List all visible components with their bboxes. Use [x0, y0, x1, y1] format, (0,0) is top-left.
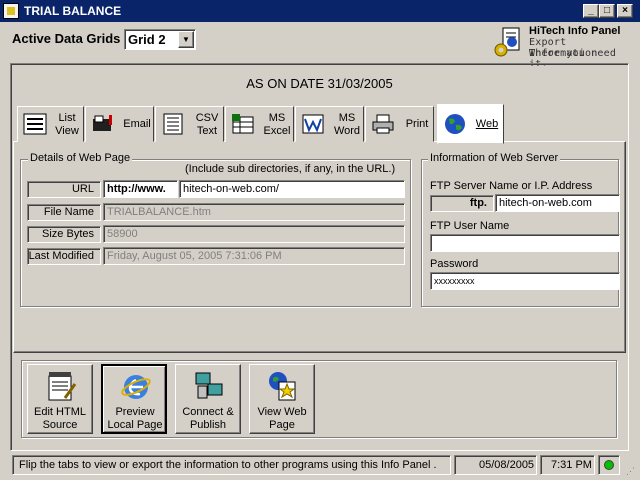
- list-view-icon: [23, 113, 47, 135]
- last-modified-label: Last Modified: [27, 248, 101, 265]
- preview-label2: Local Page: [107, 419, 163, 431]
- ie-globe-icon: [121, 375, 151, 399]
- tab-list-view-label2: View: [55, 125, 79, 137]
- edit-html-label2: Source: [42, 419, 78, 431]
- tab-email-label: Email: [123, 118, 151, 130]
- preview-label1: Preview: [115, 406, 155, 418]
- view-web-label2: Page: [269, 419, 295, 431]
- size-bytes-field: 58900: [103, 225, 405, 243]
- maximize-button[interactable]: □: [599, 4, 615, 18]
- date-banner: AS ON DATE 31/03/2005: [13, 66, 626, 101]
- last-modified-field: Friday, August 05, 2005 7:31:06 PM: [103, 247, 405, 265]
- tab-ms-word[interactable]: MS Word: [295, 106, 364, 142]
- url-hint: (Include sub directories, if any, in the…: [185, 163, 396, 175]
- title-bar[interactable]: TRIAL BALANCE _ □ ×: [0, 0, 640, 22]
- edit-html-source-button[interactable]: Edit HTML Source: [27, 364, 93, 434]
- tab-excel-label2: Excel: [263, 125, 291, 137]
- status-message: Flip the tabs to view or export the info…: [12, 455, 451, 475]
- ftp-server-input[interactable]: hitech-on-web.com: [495, 194, 620, 212]
- tab-web-label: Web: [475, 118, 499, 130]
- word-icon: [302, 114, 324, 134]
- password-input[interactable]: xxxxxxxxx: [430, 272, 620, 290]
- grid-select[interactable]: Grid 2 ▼: [124, 29, 196, 50]
- window-title: TRIAL BALANCE: [24, 4, 122, 18]
- connect-label2: Publish: [189, 419, 227, 431]
- grid-select-value: Grid 2: [128, 32, 166, 47]
- file-name-field: TRIALBALANCE.htm: [103, 203, 405, 221]
- tab-ms-excel[interactable]: MS Excel: [225, 106, 294, 142]
- url-label: URL: [27, 181, 101, 198]
- ftp-prefix: ftp.: [430, 195, 494, 212]
- status-date: 05/08/2005: [454, 455, 537, 475]
- tab-web[interactable]: Web: [437, 104, 504, 144]
- edit-html-icon: [48, 372, 77, 401]
- network-computers-icon: [195, 372, 223, 399]
- tab-csv-label2: Text: [196, 125, 218, 137]
- ftp-user-label: FTP User Name: [430, 220, 510, 232]
- tab-csv-text[interactable]: CSV Text: [155, 106, 224, 142]
- tab-email[interactable]: Email: [85, 106, 154, 142]
- active-data-grids-label: Active Data Grids: [12, 31, 121, 46]
- resize-grip-icon[interactable]: ⋰: [626, 466, 638, 478]
- status-time: 7:31 PM: [540, 455, 595, 475]
- tab-excel-label1: MS: [268, 112, 286, 124]
- csv-text-icon: [163, 113, 183, 135]
- close-button[interactable]: ×: [617, 4, 633, 18]
- web-page-legend: Details of Web Page: [28, 152, 133, 164]
- url-input[interactable]: hitech-on-web.com/: [179, 180, 405, 198]
- view-web-page-button[interactable]: View Web Page: [249, 364, 315, 434]
- status-indicator: [598, 455, 620, 475]
- tab-list-view[interactable]: List View: [17, 106, 84, 142]
- tab-print-label: Print: [405, 118, 429, 130]
- connect-label1: Connect &: [182, 406, 234, 418]
- password-label: Password: [430, 258, 479, 270]
- preview-local-page-button[interactable]: Preview Local Page: [101, 364, 167, 434]
- hitech-title: HiTech Info Panel: [529, 25, 621, 37]
- app-icon: [3, 3, 19, 19]
- url-prefix: http://www.: [103, 180, 178, 198]
- status-light-icon: [604, 460, 614, 470]
- tab-csv-label1: CSV: [195, 112, 219, 124]
- edit-html-label1: Edit HTML: [34, 406, 86, 418]
- excel-icon: [232, 114, 254, 134]
- file-name-label: File Name: [27, 204, 101, 221]
- connect-publish-button[interactable]: Connect & Publish: [175, 364, 241, 434]
- printer-icon: [372, 114, 394, 134]
- size-bytes-label: Size Bytes: [27, 226, 101, 243]
- ftp-server-label: FTP Server Name or I.P. Address: [430, 180, 593, 192]
- tab-list-view-label1: List: [58, 112, 76, 124]
- view-web-label1: View Web: [257, 406, 307, 418]
- chevron-down-icon[interactable]: ▼: [178, 31, 194, 48]
- minimize-button[interactable]: _: [583, 4, 599, 18]
- web-page-star-icon: [269, 372, 296, 401]
- tab-word-label1: MS: [338, 112, 356, 124]
- ftp-user-input[interactable]: [430, 234, 620, 252]
- tab-word-label2: Word: [333, 125, 361, 137]
- web-server-legend: Information of Web Server: [428, 152, 561, 164]
- hitech-logo-icon: [494, 27, 520, 57]
- email-icon: [93, 115, 112, 131]
- globe-icon: [445, 114, 465, 134]
- tab-print[interactable]: Print: [365, 106, 434, 142]
